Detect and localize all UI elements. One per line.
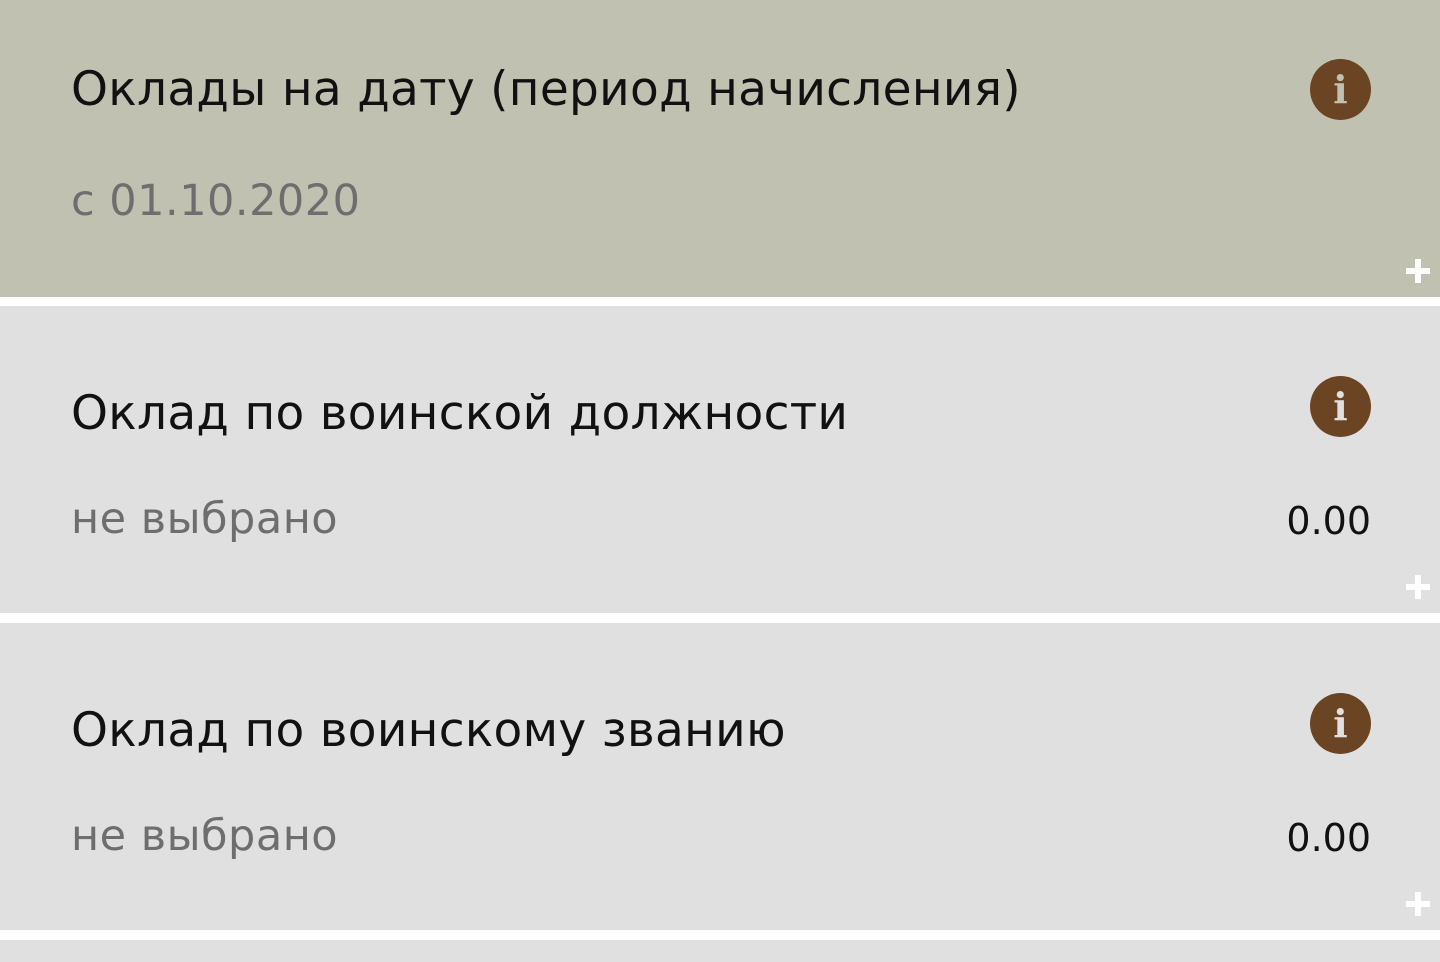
next-card-partial[interactable] — [0, 940, 1440, 962]
salary-settings-list: Оклады на дату (период начисления) с 01.… — [0, 0, 1440, 962]
info-icon[interactable]: i — [1310, 376, 1371, 437]
period-value: с 01.10.2020 — [71, 176, 361, 226]
info-icon[interactable]: i — [1310, 59, 1371, 120]
position-salary-card[interactable]: Оклад по воинской должности не выбрано 0… — [0, 306, 1440, 613]
position-salary-value: не выбрано — [71, 494, 339, 544]
rank-salary-card[interactable]: Оклад по воинскому званию не выбрано 0.0… — [0, 623, 1440, 930]
rank-salary-value: не выбрано — [71, 811, 339, 861]
period-title: Оклады на дату (период начисления) — [71, 62, 1021, 117]
plus-icon[interactable] — [1406, 892, 1430, 916]
plus-icon[interactable] — [1406, 259, 1430, 283]
plus-icon[interactable] — [1406, 575, 1430, 599]
position-salary-title: Оклад по воинской должности — [71, 386, 849, 441]
rank-salary-title: Оклад по воинскому званию — [71, 703, 786, 758]
rank-salary-amount: 0.00 — [1286, 816, 1371, 860]
period-card[interactable]: Оклады на дату (период начисления) с 01.… — [0, 0, 1440, 297]
position-salary-amount: 0.00 — [1286, 499, 1371, 543]
info-icon[interactable]: i — [1310, 693, 1371, 754]
